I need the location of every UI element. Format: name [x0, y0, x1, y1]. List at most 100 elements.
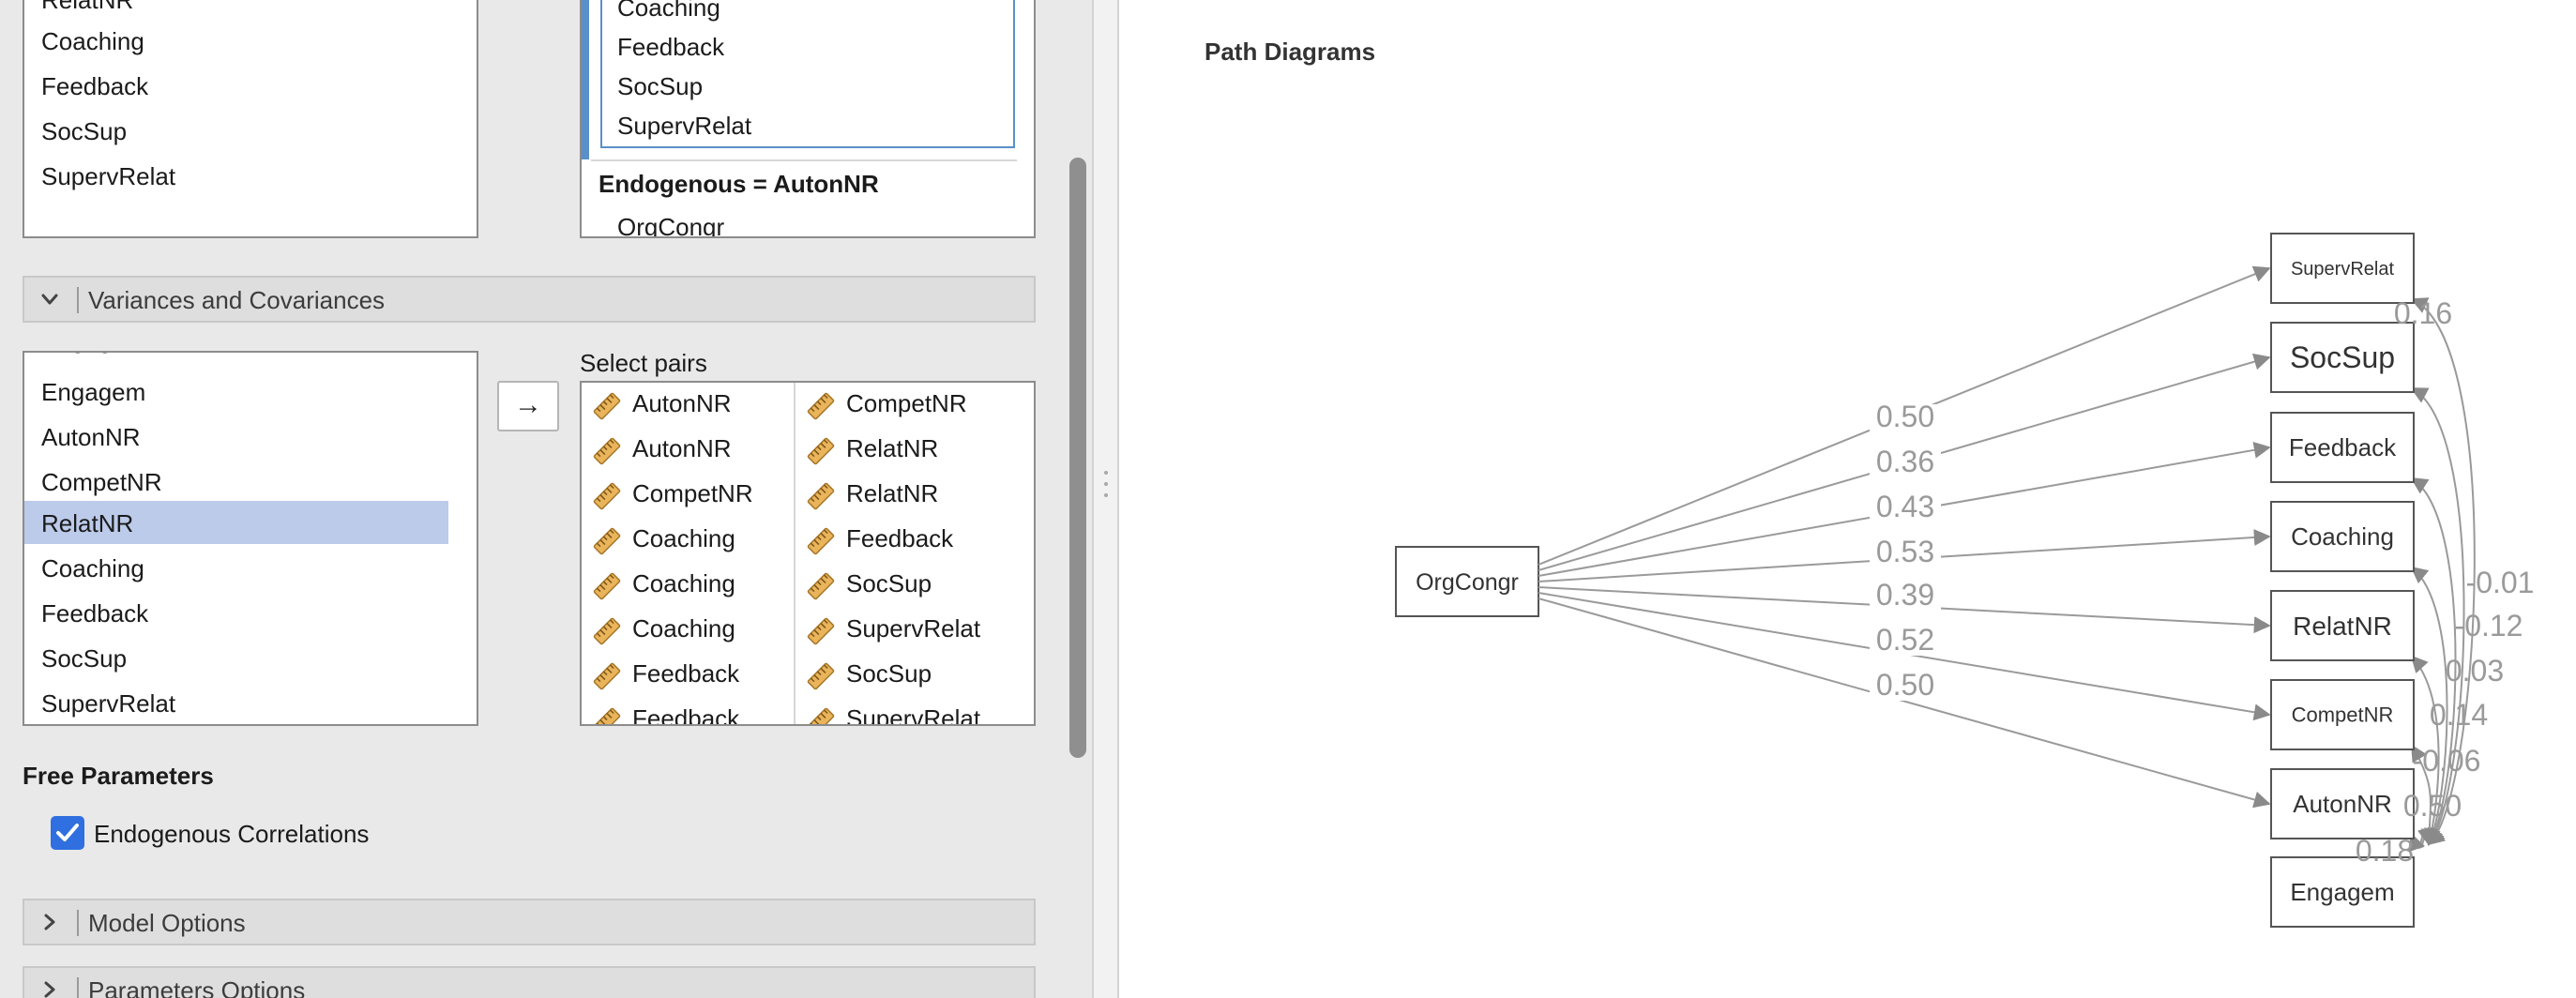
- pair-cell[interactable]: CompetNR: [582, 473, 788, 518]
- scale-variable-icon: [591, 660, 623, 692]
- pair-cell[interactable]: RelatNR: [796, 428, 1002, 473]
- pair-variable-label: SupervRelat: [846, 614, 981, 643]
- pair-cell[interactable]: Coaching: [582, 563, 788, 608]
- list-item-selected[interactable]: RelatNR: [41, 503, 133, 544]
- scrollbar[interactable]: [1064, 0, 1092, 998]
- section-title: Variances and Covariances: [88, 286, 386, 314]
- pair-variable-label: SocSup: [846, 569, 932, 597]
- scale-variable-icon: [591, 525, 623, 557]
- list-item[interactable]: SupervRelat: [41, 683, 175, 724]
- covariance-label: -0.12: [2455, 609, 2523, 643]
- covariance-label: 0.18: [2356, 834, 2414, 868]
- variables-list-top[interactable]: RelatNR Coaching Feedback SocSup SupervR…: [23, 0, 478, 238]
- pair-cell[interactable]: RelatNR: [796, 473, 1002, 518]
- pair-variable-label: SocSup: [846, 659, 932, 688]
- results-panel: Path Diagrams OrgCongr 0.50 0.36 0.43 0.53 0.…: [1119, 0, 2576, 998]
- scale-variable-icon: [805, 570, 837, 602]
- variables-list[interactable]: Engagem Engagem AutonNR CompetNR RelatNR…: [23, 351, 478, 726]
- list-item[interactable]: SupervRelat: [617, 105, 751, 146]
- pair-variable-label: RelatNR: [846, 434, 939, 462]
- endogenous-list[interactable]: Coaching Feedback SocSup SupervRelat End…: [580, 0, 1036, 238]
- target-node-label: AutonNR: [2293, 790, 2392, 818]
- target-node-label: CompetNR: [2292, 703, 2394, 727]
- path-coefficient-label: 0.39: [1876, 578, 1934, 612]
- path-coefficient-label: 0.50: [1876, 668, 1934, 702]
- arrow-right-icon: →: [514, 389, 542, 420]
- separator: [77, 287, 79, 313]
- pair-cell[interactable]: Feedback: [582, 653, 788, 698]
- scale-variable-icon: [805, 525, 837, 557]
- list-item[interactable]: Engagem: [41, 371, 145, 413]
- list-item[interactable]: Feedback: [41, 66, 463, 107]
- list-item[interactable]: Feedback: [617, 26, 724, 68]
- list-item[interactable]: SupervRelat: [41, 156, 463, 197]
- target-node-label: SocSup: [2290, 340, 2395, 374]
- endogenous-correlations-label[interactable]: Endogenous Correlations: [94, 820, 369, 849]
- selection-indicator: [582, 0, 589, 159]
- path-coefficient-label: 0.50: [1876, 400, 1934, 433]
- path-coefficient-label: 0.53: [1876, 535, 1934, 568]
- section-parameters-options[interactable]: Parameters Options: [23, 966, 1036, 998]
- pair-cell[interactable]: SocSup: [796, 653, 1002, 698]
- target-node-label: SupervRelat: [2291, 259, 2395, 280]
- select-pairs-label: Select pairs: [580, 349, 707, 377]
- scale-variable-icon: [591, 705, 623, 724]
- pair-cell[interactable]: AutonNR: [582, 383, 788, 428]
- scale-variable-icon: [591, 480, 623, 512]
- scale-variable-icon: [591, 570, 623, 602]
- drag-handle-icon: [1104, 482, 1108, 486]
- pair-cell[interactable]: Coaching: [582, 518, 788, 563]
- list-item[interactable]: AutonNR: [41, 416, 141, 458]
- list-item[interactable]: SocSup: [41, 111, 463, 152]
- list-item[interactable]: CompetNR: [41, 461, 162, 503]
- pair-cell[interactable]: SocSup: [796, 563, 1002, 608]
- pair-variable-label: Feedback: [632, 704, 740, 726]
- select-pairs-list[interactable]: AutonNR CompetNR AutonNR RelatNR CompetNR Rel…: [580, 381, 1036, 726]
- list-item[interactable]: Coaching: [41, 21, 463, 62]
- list-item[interactable]: OrgCongr: [617, 206, 724, 236]
- pair-variable-label: AutonNR: [632, 389, 732, 417]
- endogenous-correlations-checkbox[interactable]: [51, 816, 84, 850]
- pair-cell[interactable]: Feedback: [582, 698, 788, 726]
- checkmark-icon: [56, 824, 79, 841]
- covariance-label: 0.16: [2394, 296, 2452, 330]
- pair-cell[interactable]: AutonNR: [582, 428, 788, 473]
- separator: [77, 910, 79, 936]
- target-node-label: RelatNR: [2293, 612, 2392, 641]
- pair-variable-label: Coaching: [632, 614, 735, 643]
- list-item[interactable]: SocSup: [617, 66, 703, 107]
- list-item[interactable]: SocSup: [41, 638, 127, 679]
- target-node-label: Engagem: [2290, 878, 2394, 906]
- path-coefficient-label: 0.36: [1876, 445, 1934, 478]
- pair-cell[interactable]: CompetNR: [796, 383, 1002, 428]
- scale-variable-icon: [591, 390, 623, 422]
- list-item[interactable]: Coaching: [41, 548, 144, 589]
- pair-cell[interactable]: Coaching: [582, 608, 788, 653]
- pair-cell[interactable]: SupervRelat: [796, 698, 1002, 724]
- section-variances-covariances[interactable]: Variances and Covariances: [23, 276, 1036, 323]
- add-pair-button[interactable]: →: [497, 381, 559, 431]
- scale-variable-icon: [591, 615, 623, 647]
- target-node-label: Coaching: [2291, 522, 2394, 551]
- covariance-label: 0.03: [2446, 654, 2504, 688]
- separator: [77, 977, 79, 998]
- source-node-label: OrgCongr: [1416, 569, 1519, 596]
- chevron-down-icon: [41, 294, 58, 305]
- path-coefficient-label: 0.43: [1876, 490, 1934, 523]
- section-model-options[interactable]: Model Options: [23, 899, 1036, 945]
- scale-variable-icon: [805, 480, 837, 512]
- covariance-label: 0.14: [2430, 698, 2488, 732]
- list-item[interactable]: Feedback: [41, 593, 148, 634]
- list-item[interactable]: Coaching: [617, 0, 720, 28]
- path-coefficient-label: 0.52: [1876, 623, 1934, 657]
- list-item[interactable]: RelatNR: [41, 0, 463, 21]
- list-item-fragment: Engagem: [41, 353, 116, 360]
- section-title: Model Options: [88, 909, 246, 937]
- pair-variable-label: Coaching: [632, 524, 735, 552]
- panel-splitter[interactable]: [1092, 0, 1119, 998]
- section-title: Parameters Options: [88, 976, 306, 998]
- scrollbar-thumb[interactable]: [1069, 158, 1086, 758]
- pair-cell[interactable]: Feedback: [796, 518, 1002, 563]
- pair-variable-label: Feedback: [632, 659, 740, 688]
- pair-cell[interactable]: SupervRelat: [796, 608, 1002, 653]
